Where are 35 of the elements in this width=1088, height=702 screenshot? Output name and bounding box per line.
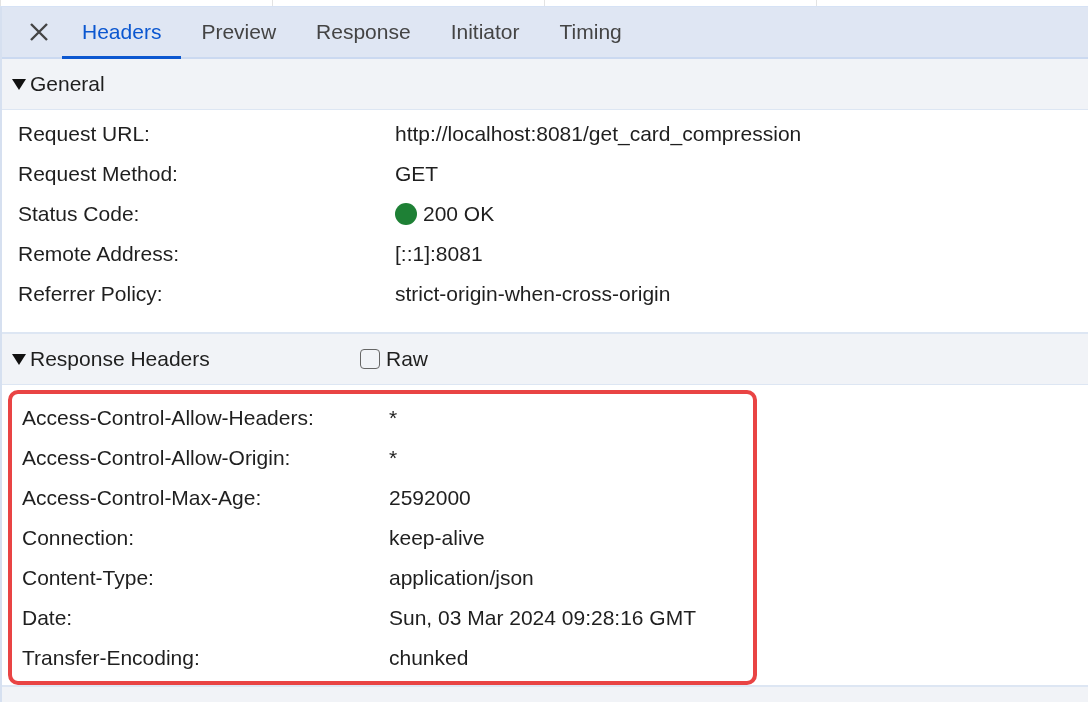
tab[interactable]: Initiator (430, 7, 540, 59)
tab[interactable]: Timing (539, 7, 642, 59)
header-value: strict-origin-when-cross-origin (395, 282, 671, 306)
header-name: Access-Control-Allow-Origin: (21, 446, 292, 470)
section-toggle[interactable]: Response Headers (12, 347, 360, 371)
section-toggle[interactable]: General (12, 72, 360, 96)
tab[interactable]: Preview (181, 7, 297, 59)
header-name: Transfer-Encoding: (21, 646, 201, 670)
header-value: * (389, 406, 398, 430)
header-name: Status Code: (17, 202, 141, 226)
header-value: Sun, 03 Mar 2024 09:28:16 GMT (389, 606, 696, 630)
triangle-icon (12, 352, 26, 366)
header-name: Request URL: (17, 122, 151, 146)
header-value: 200 OK (423, 202, 495, 226)
raw-checkbox[interactable]: Raw (360, 347, 428, 371)
header-name: Referrer Policy: (17, 282, 164, 306)
header-name: Access-Control-Max-Age: (21, 486, 263, 510)
header-value: keep-alive (389, 526, 485, 550)
header-value: [::1]:8081 (395, 242, 483, 266)
header-name: Content-Type: (21, 566, 155, 590)
header-value: application/json (389, 566, 534, 590)
header-value: chunked (389, 646, 469, 670)
header-name: Connection: (21, 526, 136, 550)
tab[interactable]: Response (296, 7, 431, 59)
header-value: GET (395, 162, 439, 186)
header-value: 2592000 (389, 486, 471, 510)
header-value: http://localhost:8081/get_card_compression (395, 122, 802, 146)
header-value: * (389, 446, 398, 470)
header-name: Request Method: (17, 162, 179, 186)
triangle-icon (12, 77, 26, 91)
checkbox[interactable] (360, 349, 380, 369)
header-name: Date: (21, 606, 74, 630)
close-icon (28, 21, 50, 43)
header-name: Access-Control-Allow-Headers: (21, 406, 315, 430)
header-name: Remote Address: (17, 242, 181, 266)
